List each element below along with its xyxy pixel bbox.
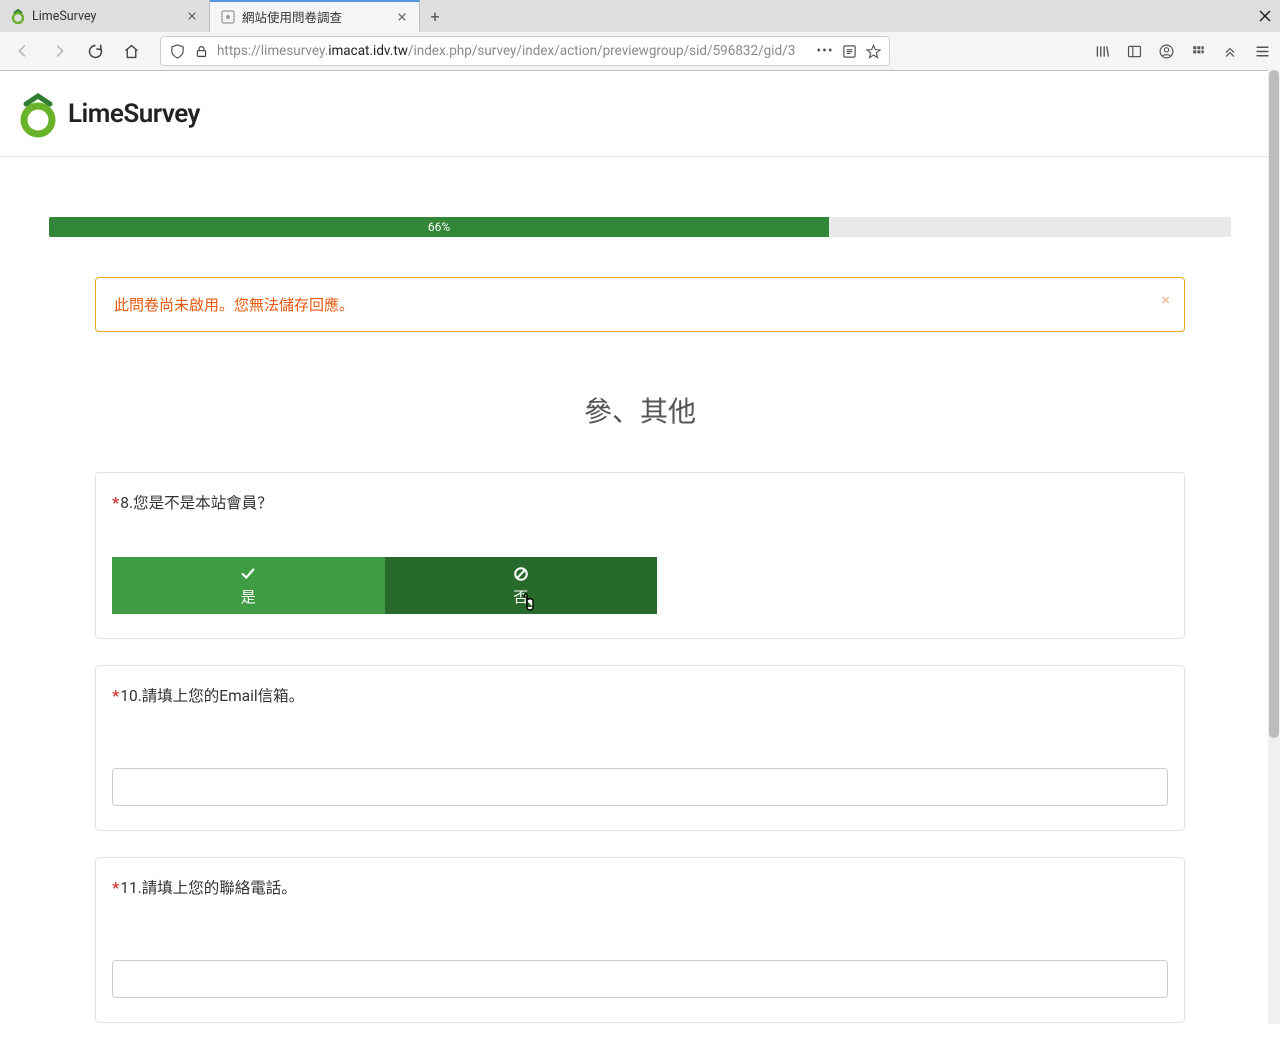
warning-alert: 此問卷尚未啟用。您無法儲存回應。 × [95, 277, 1185, 332]
question-11-label: *11.請填上您的聯絡電話。 [112, 876, 1168, 898]
yes-button[interactable]: 是 [112, 557, 385, 614]
window-close-button[interactable] [1250, 10, 1280, 22]
back-button[interactable] [8, 36, 38, 66]
tab-title: 網站使用問卷調查 [242, 7, 389, 26]
scrollbar-thumb[interactable] [1269, 70, 1279, 738]
question-10: *10.請填上您的Email信箱。 [95, 665, 1185, 831]
shield-icon[interactable] [169, 43, 185, 59]
apps-icon[interactable] [1188, 41, 1208, 61]
url-text: https://limesurvey.imacat.idv.tw/index.p… [217, 43, 809, 59]
address-bar[interactable]: https://limesurvey.imacat.idv.tw/index.p… [160, 36, 890, 66]
close-icon[interactable] [185, 9, 199, 23]
home-button[interactable] [116, 36, 146, 66]
question-group-title: 參、其他 [49, 390, 1231, 430]
progress-bar-fill: 66% [49, 217, 829, 237]
lock-icon[interactable] [193, 43, 209, 59]
limesurvey-logo-icon [14, 90, 62, 138]
tab-limesurvey[interactable]: LimeSurvey [0, 0, 210, 32]
phone-input[interactable] [112, 960, 1168, 998]
question-10-label: *10.請填上您的Email信箱。 [112, 684, 1168, 706]
progress-label: 66% [428, 220, 450, 234]
page-header: LimeSurvey [0, 71, 1280, 157]
toolbar-right-icons [1092, 41, 1272, 61]
alert-text: 此問卷尚未啟用。您無法儲存回應。 [114, 296, 354, 314]
forward-button[interactable] [44, 36, 74, 66]
required-asterisk-icon: * [112, 493, 119, 512]
toolbar-row: https://limesurvey.imacat.idv.tw/index.p… [0, 32, 1280, 70]
question-8-label: *8.您是不是本站會員？ [112, 491, 1168, 513]
no-label: 否 [513, 586, 528, 607]
overflow-icon[interactable] [1220, 41, 1240, 61]
sidebar-icon[interactable] [1124, 41, 1144, 61]
reader-mode-icon[interactable] [841, 43, 857, 59]
new-tab-button[interactable]: + [420, 7, 450, 26]
account-icon[interactable] [1156, 41, 1176, 61]
ellipsis-icon[interactable]: ••• [817, 43, 833, 59]
tabs-row: LimeSurvey 網站使用問卷調查 + [0, 0, 1280, 32]
yes-label: 是 [241, 586, 256, 607]
menu-icon[interactable] [1252, 41, 1272, 61]
tab-title: LimeSurvey [32, 9, 179, 24]
generic-favicon-icon [220, 9, 236, 25]
reload-button[interactable] [80, 36, 110, 66]
logo-text: LimeSurvey [68, 99, 200, 129]
question-11: *11.請填上您的聯絡電話。 [95, 857, 1185, 1023]
limesurvey-favicon-icon [10, 8, 26, 24]
question-8: *8.您是不是本站會員？ 是 否 [95, 472, 1185, 639]
no-button[interactable]: 否 [385, 557, 658, 614]
yes-no-button-group: 是 否 [112, 557, 657, 614]
star-icon[interactable] [865, 43, 881, 59]
library-icon[interactable] [1092, 41, 1112, 61]
progress-bar-container: 66% [49, 217, 1231, 237]
scrollbar[interactable] [1268, 70, 1280, 1024]
logo[interactable]: LimeSurvey [14, 90, 200, 138]
alert-close-button[interactable]: × [1161, 290, 1170, 309]
browser-chrome: LimeSurvey 網站使用問卷調查 + [0, 0, 1280, 71]
required-asterisk-icon: * [112, 686, 119, 705]
tab-survey-preview[interactable]: 網站使用問卷調查 [210, 0, 420, 32]
close-icon[interactable] [395, 10, 409, 24]
email-input[interactable] [112, 768, 1168, 806]
checkmark-icon [239, 565, 257, 583]
prohibit-icon [512, 565, 530, 583]
required-asterisk-icon: * [112, 878, 119, 897]
